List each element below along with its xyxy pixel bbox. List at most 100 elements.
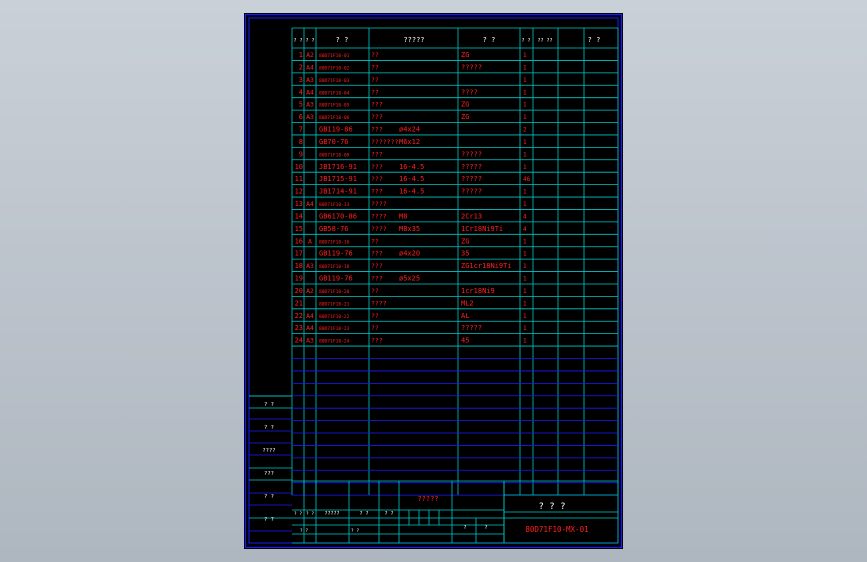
row-quantity: 1 bbox=[523, 64, 527, 71]
row-quantity: 4 bbox=[523, 226, 527, 233]
left-block-label: ? ? bbox=[264, 494, 274, 500]
row-name: ?? bbox=[371, 287, 379, 295]
row-code: 80D71F10-09 bbox=[319, 152, 350, 158]
row-code: 80D71F10-06 bbox=[319, 115, 350, 121]
row-code: 80D71F10-24 bbox=[319, 339, 350, 345]
title-cell: ? ? bbox=[306, 511, 314, 517]
row-size: A bbox=[308, 237, 312, 245]
row-quantity: 1 bbox=[523, 288, 527, 295]
row-spec: 16-4.5 bbox=[399, 163, 424, 171]
row-code: 80D71F10-20 bbox=[319, 289, 350, 295]
row-name: ??????? bbox=[371, 138, 398, 146]
row-code: 80D71F10-13 bbox=[319, 202, 350, 208]
row-quantity: 1 bbox=[523, 238, 527, 245]
row-code: 80D71F10-22 bbox=[319, 314, 350, 320]
row-material: ????? bbox=[461, 324, 482, 332]
row-code: GB70-76 bbox=[319, 138, 349, 146]
row-quantity: 1 bbox=[523, 338, 527, 345]
row-quantity: 1 bbox=[523, 89, 527, 96]
row-quantity: 1 bbox=[523, 263, 527, 270]
title-cell: ? bbox=[463, 525, 466, 531]
row-name: ???? bbox=[371, 299, 387, 307]
row-code: 80D71F10-04 bbox=[319, 90, 350, 96]
row-code: GB58-76 bbox=[319, 225, 349, 233]
row-name: ?? bbox=[371, 88, 379, 96]
row-name: ?? bbox=[371, 51, 379, 59]
row-name: ??? bbox=[371, 150, 383, 158]
row-material: 1Cr18Ni9Ti bbox=[461, 225, 503, 233]
cad-drawing-viewport[interactable]: ? ?? ?? ??????? ?? ??? ??? ? 1 A2 80D71F10-… bbox=[244, 13, 623, 549]
company-name: ? ? ? bbox=[538, 502, 565, 512]
row-code: JB1716-91 bbox=[319, 163, 357, 171]
left-block-label: ???? bbox=[262, 448, 275, 454]
row-number: 10 bbox=[295, 163, 303, 171]
row-name: ?? bbox=[371, 76, 379, 84]
row-material: ????? bbox=[461, 163, 482, 171]
row-size: A3 bbox=[306, 262, 314, 270]
row-number: 24 bbox=[295, 337, 303, 345]
row-number: 20 bbox=[295, 287, 303, 295]
row-code: 80D71F10-21 bbox=[319, 301, 350, 307]
row-material: 35 bbox=[461, 250, 469, 258]
row-spec: ø4x20 bbox=[399, 250, 420, 258]
row-number: 7 bbox=[299, 126, 303, 134]
title-cell: ????? bbox=[324, 511, 339, 517]
row-quantity: 1 bbox=[523, 251, 527, 258]
row-quantity: 1 bbox=[523, 313, 527, 320]
row-name: ??? bbox=[371, 275, 383, 283]
row-name: ?? bbox=[371, 237, 379, 245]
row-number: 19 bbox=[295, 275, 303, 283]
row-code: GB119-86 bbox=[319, 126, 353, 134]
row-size: A3 bbox=[306, 76, 314, 84]
row-quantity: 46 bbox=[523, 176, 531, 183]
row-quantity: 1 bbox=[523, 77, 527, 84]
row-material: ????? bbox=[461, 175, 482, 183]
row-size: A4 bbox=[306, 63, 314, 71]
row-quantity: 1 bbox=[523, 102, 527, 109]
row-material: 2Cr13 bbox=[461, 212, 482, 220]
header-cell-c3: ????? bbox=[403, 36, 424, 44]
row-number: 18 bbox=[295, 262, 303, 270]
row-material: AL bbox=[461, 312, 469, 320]
row-number: 15 bbox=[295, 225, 303, 233]
header-cell-c7: ? ? bbox=[588, 36, 601, 44]
row-number: 3 bbox=[299, 76, 303, 84]
row-number: 12 bbox=[295, 188, 303, 196]
row-quantity: 1 bbox=[523, 52, 527, 59]
row-material: 1cr18Ni9 bbox=[461, 287, 495, 295]
row-number: 1 bbox=[299, 51, 303, 59]
row-material: ZG bbox=[461, 237, 469, 245]
row-number: 6 bbox=[299, 113, 303, 121]
row-code: 80D71F10-03 bbox=[319, 78, 350, 84]
row-name: ???? bbox=[371, 212, 387, 220]
header-cell-c2: ? ? bbox=[336, 36, 349, 44]
row-code: GB119-76 bbox=[319, 250, 353, 258]
row-spec: M8x35 bbox=[399, 225, 420, 233]
row-number: 14 bbox=[295, 212, 303, 220]
row-code: 80D71F10-23 bbox=[319, 326, 350, 332]
row-size: A4 bbox=[306, 324, 314, 332]
row-number: 11 bbox=[295, 175, 303, 183]
row-number: 4 bbox=[299, 88, 303, 96]
row-material: ML2 bbox=[461, 299, 474, 307]
row-code: JB1715-91 bbox=[319, 175, 357, 183]
row-number: 23 bbox=[295, 324, 303, 332]
row-code: 80D71F10-16 bbox=[319, 239, 350, 245]
row-size: A2 bbox=[306, 51, 314, 59]
row-quantity: 1 bbox=[523, 201, 527, 208]
header-cell-c1: ? ? bbox=[305, 38, 314, 44]
row-name: ??? bbox=[371, 337, 383, 345]
row-code: 80D71F10-05 bbox=[319, 103, 350, 109]
row-number: 17 bbox=[295, 250, 303, 258]
drawing-number: 80D71F10-MX-01 bbox=[525, 525, 588, 534]
row-material: ????? bbox=[461, 188, 482, 196]
row-number: 21 bbox=[295, 299, 303, 307]
row-code: GB6170-86 bbox=[319, 212, 357, 220]
left-block-label: ? ? bbox=[264, 517, 274, 523]
row-material: ????? bbox=[461, 63, 482, 71]
row-quantity: 2 bbox=[523, 127, 527, 134]
row-spec: M6x12 bbox=[399, 138, 420, 146]
row-name: ??? bbox=[371, 188, 383, 196]
row-quantity: 4 bbox=[523, 213, 527, 220]
row-spec: 16-4.5 bbox=[399, 175, 424, 183]
